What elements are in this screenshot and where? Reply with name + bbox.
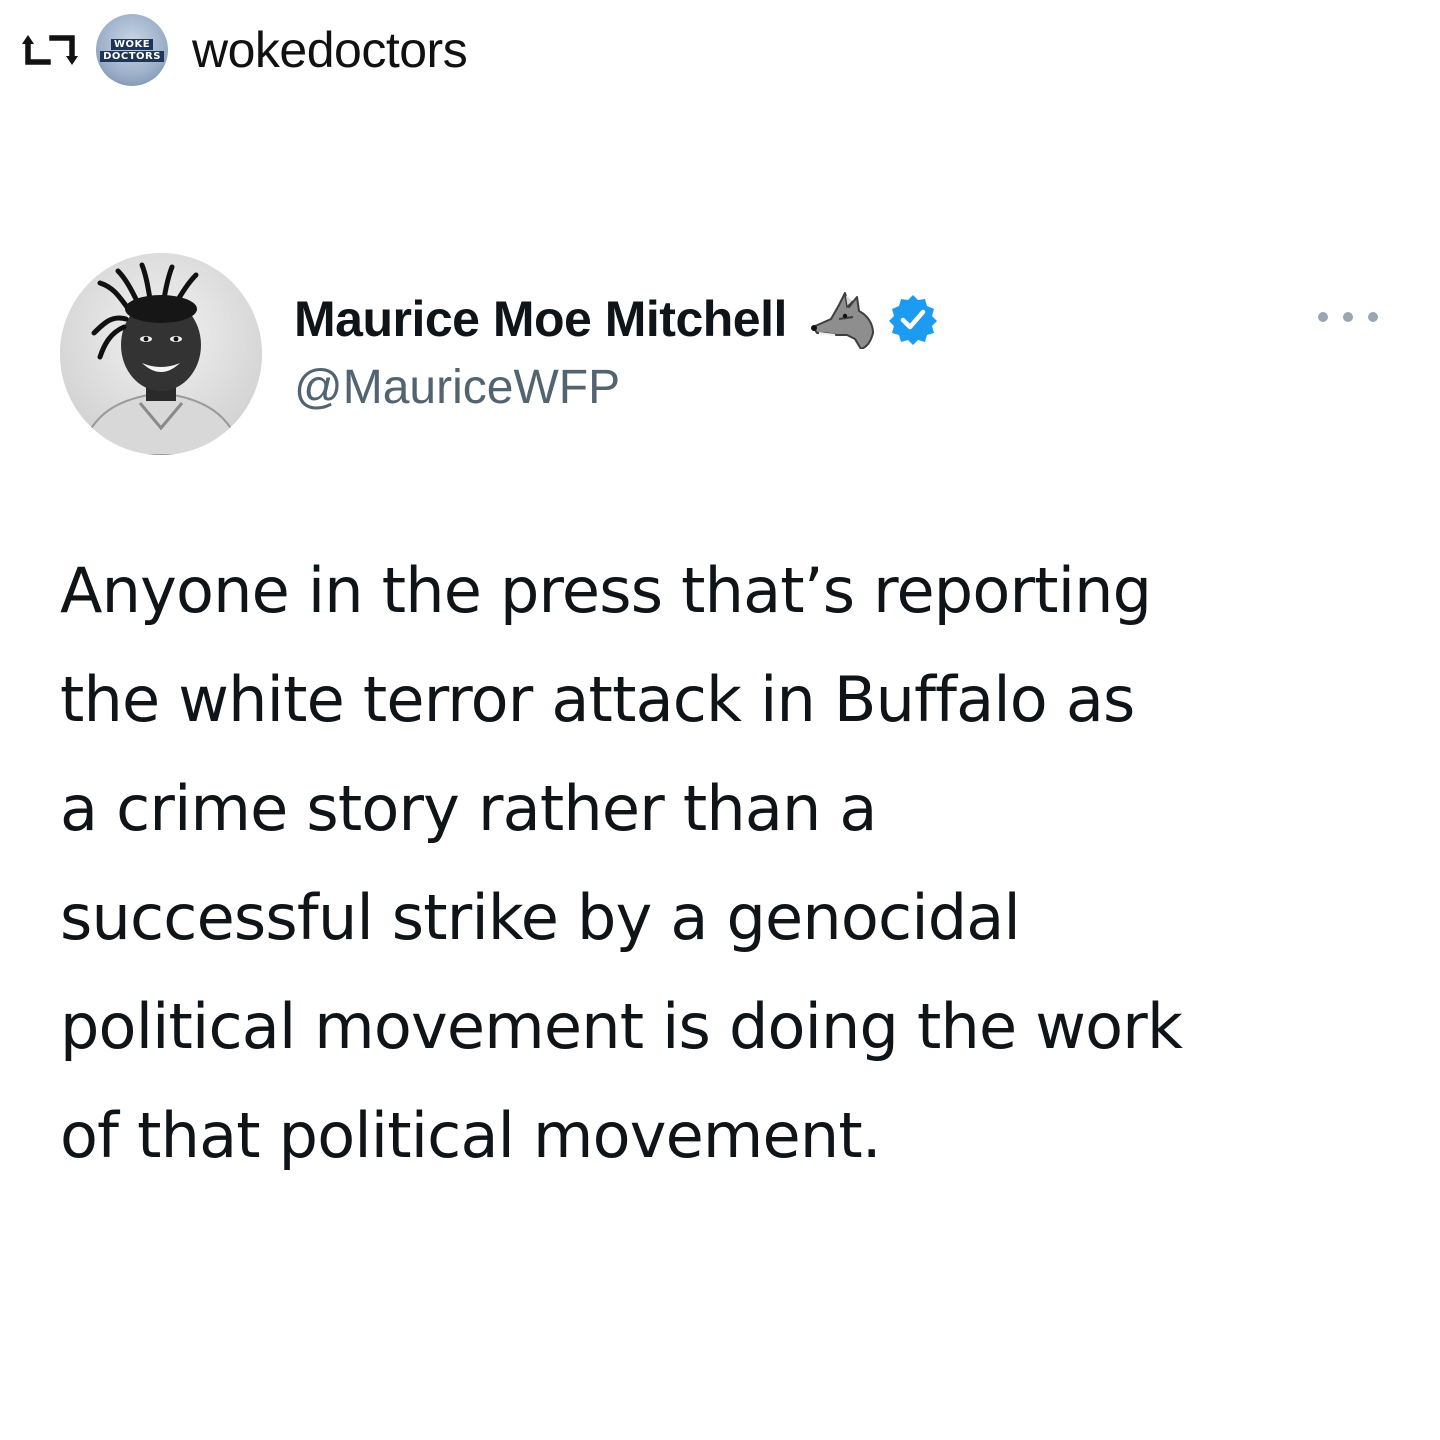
more-dot [1343, 312, 1353, 322]
wolf-icon [809, 289, 877, 349]
author-handle[interactable]: @MauriceWFP [294, 360, 620, 415]
author-name-row: Maurice Moe Mitchell [294, 288, 939, 350]
more-dot [1368, 312, 1378, 322]
repost-username[interactable]: wokedoctors [192, 21, 468, 79]
tweet-text: Anyone in the press that’s reporting the… [60, 554, 1183, 1172]
repost-avatar[interactable]: WOKE DOCTORS [96, 14, 168, 86]
avatar-logo-line1: WOKE [110, 38, 154, 50]
author-avatar[interactable] [60, 253, 262, 455]
more-options-icon[interactable] [1318, 304, 1378, 330]
verified-icon [887, 293, 939, 345]
author-display-name[interactable]: Maurice Moe Mitchell [294, 290, 787, 348]
more-dot [1318, 312, 1328, 322]
avatar-logo-line2: DOCTORS [100, 50, 164, 62]
repost-header: WOKE DOCTORS wokedoctors [22, 12, 468, 88]
repost-icon [22, 30, 78, 70]
